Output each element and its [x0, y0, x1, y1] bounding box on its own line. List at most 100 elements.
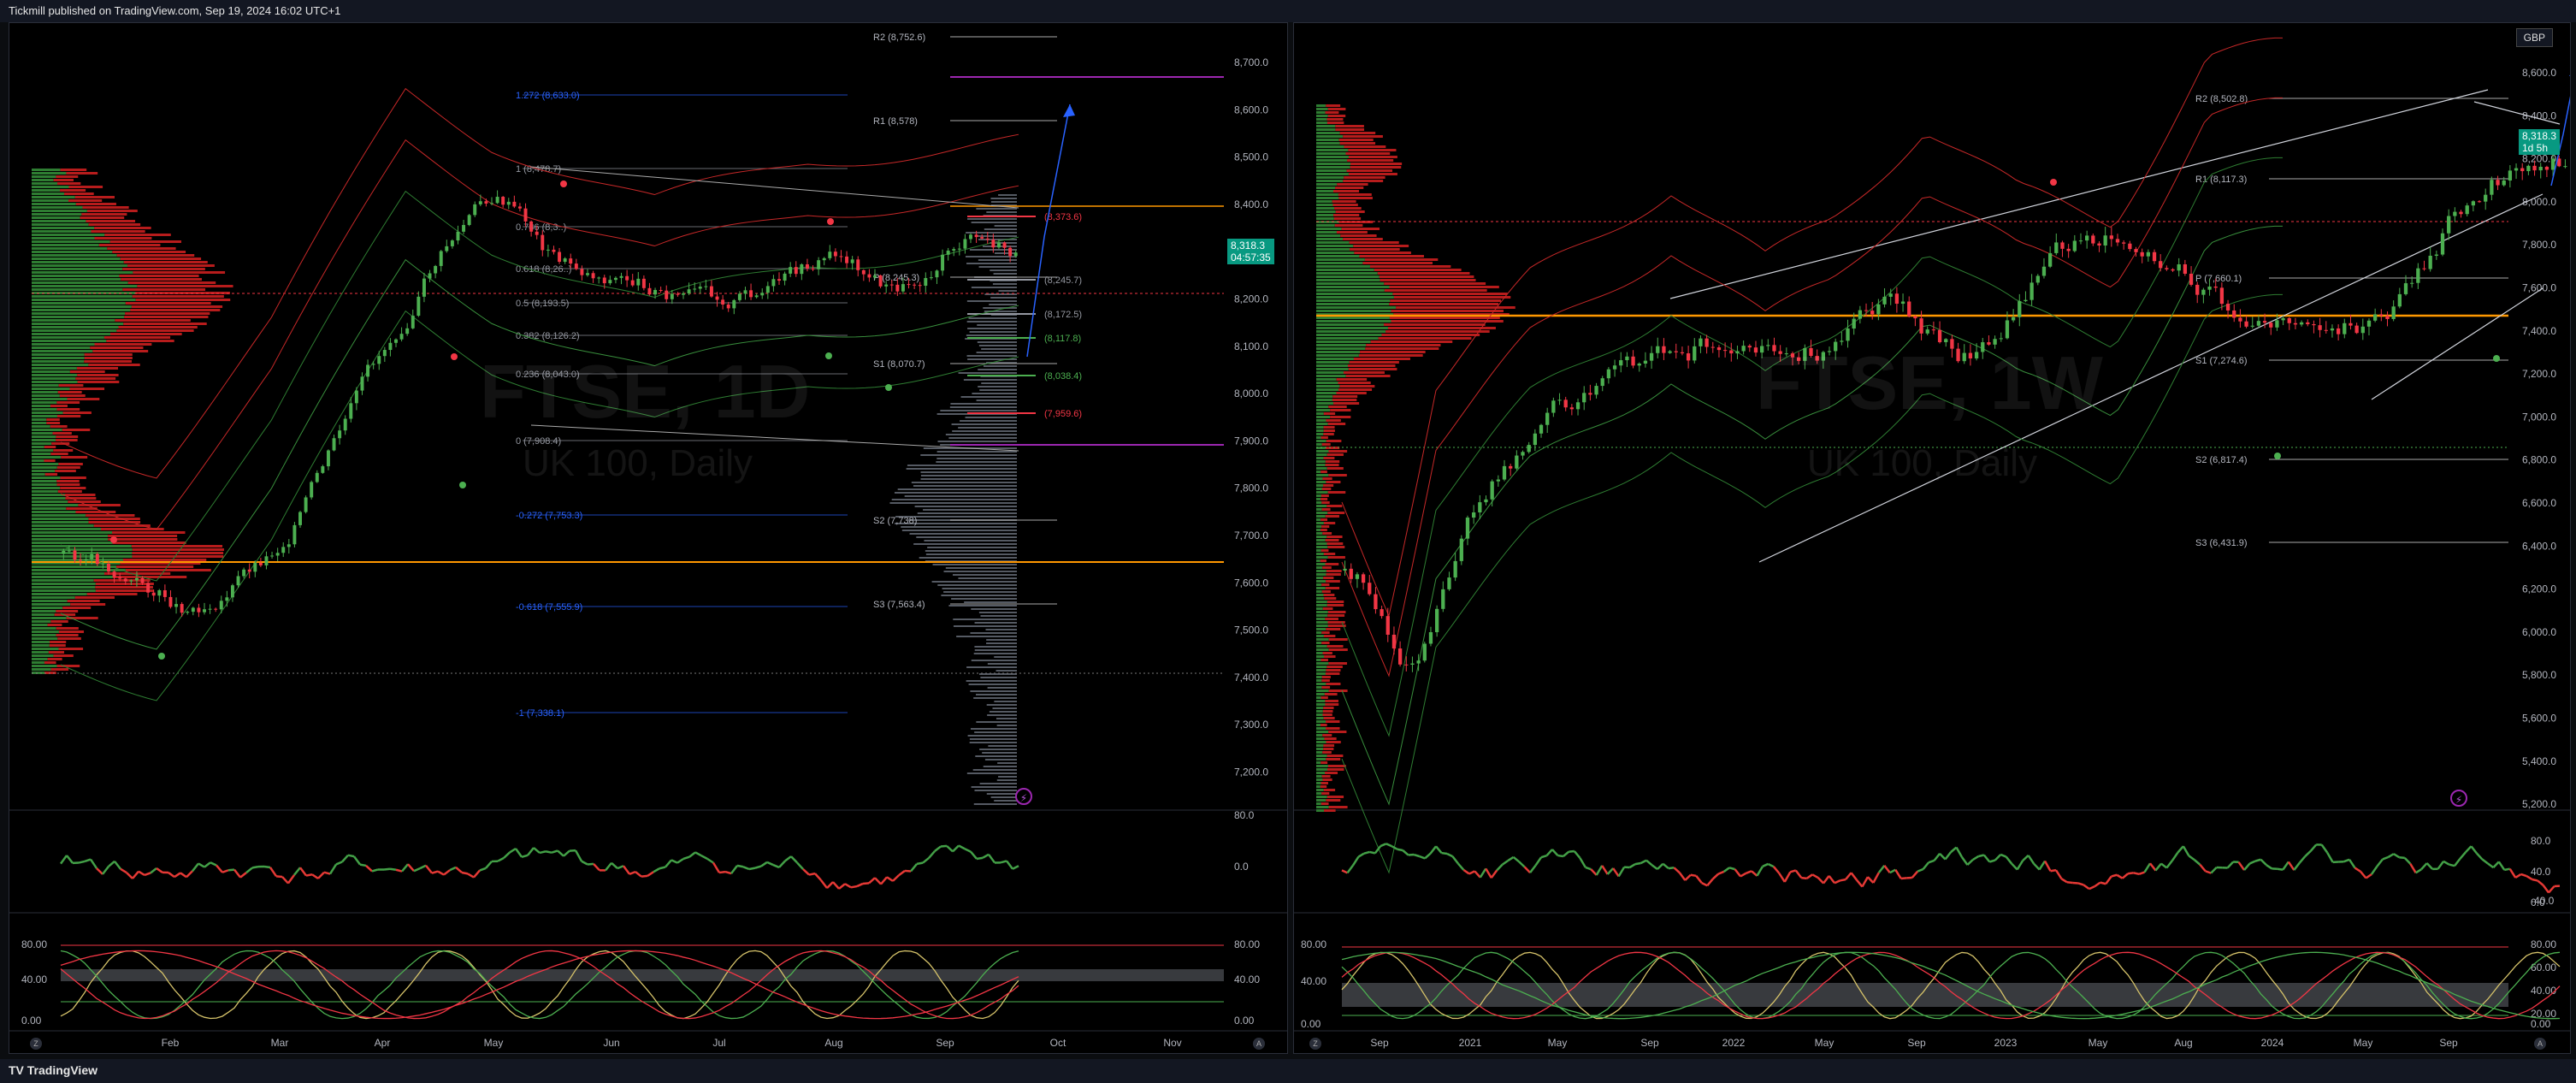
right-chart-canvas[interactable]: 8,600.08,400.08,200.08,000.07,800.07,600… — [1294, 23, 2571, 1054]
right-candle — [1919, 318, 1923, 334]
right-candle — [1741, 346, 1746, 352]
right-volume-profile-bar — [1316, 669, 1326, 672]
right-volume-profile-bar — [1323, 744, 1335, 747]
right-chart-panel[interactable]: 8,600.0 8,400.0 8,200.0 8,000.0 7,800.0 7,600… — [1293, 22, 2571, 1054]
left-volume-profile-bar — [32, 244, 99, 246]
right-corner-z[interactable]: Z — [1309, 1038, 1321, 1050]
left-candle — [687, 289, 691, 293]
left-price-axis-label: 7,300.0 — [1234, 719, 1268, 731]
left-lightning-icon[interactable]: ⚡ — [1015, 788, 1032, 805]
right-volume-profile-bar — [1345, 375, 1391, 377]
right-momentum-line — [1456, 862, 1465, 871]
left-candle — [214, 608, 218, 610]
left-corner-z[interactable]: Z — [30, 1038, 42, 1050]
left-volume-profile-bar — [32, 240, 110, 243]
right-volume-profile-bar — [1316, 580, 1326, 583]
right-candle — [2122, 242, 2126, 244]
left-volume-profile-bar — [127, 264, 215, 267]
left-volume-profile-bar — [32, 350, 93, 352]
tradingview-logo[interactable]: TV TradingView — [9, 1063, 97, 1077]
right-candle — [2496, 180, 2500, 186]
left-chart-canvas[interactable]: 8,700.08,600.08,500.08,400.08,300.08,200… — [9, 23, 1288, 1054]
right-volume-profile-bar — [1387, 327, 1496, 329]
right-volume-profile-bar — [1316, 334, 1382, 336]
left-volume-profile-bar — [56, 439, 78, 441]
right-candle — [2159, 261, 2163, 269]
left-signal-dot — [459, 482, 466, 488]
right-momentum-line — [2370, 866, 2378, 875]
right-volume-profile-bar — [1350, 163, 1403, 165]
right-momentum-line — [2354, 867, 2361, 873]
left-momentum-line — [485, 861, 493, 869]
left-price-axis-label: 7,500.0 — [1234, 624, 1268, 636]
left-candle — [281, 547, 286, 553]
left-volume-profile-bar — [32, 329, 117, 332]
left-corner-a[interactable]: A — [1253, 1038, 1265, 1050]
right-volume-profile-bar — [1316, 395, 1333, 398]
right-volume-profile-bar — [1327, 611, 1346, 613]
left-candle — [613, 277, 617, 281]
right-momentum-line — [1889, 868, 1896, 874]
right-volume-profile-bar — [1359, 255, 1425, 257]
right-candle — [2385, 315, 2390, 319]
left-session-volume-bar — [964, 601, 1017, 603]
left-momentum-line — [659, 866, 666, 870]
left-candle — [682, 293, 685, 295]
left-volume-profile-bar — [32, 651, 49, 654]
right-corner-a[interactable]: A — [2534, 1038, 2546, 1050]
left-session-volume-bar — [984, 759, 1017, 760]
left-candle — [789, 267, 793, 274]
right-momentum-line — [1817, 877, 1825, 885]
left-candle — [118, 577, 122, 579]
right-momentum-line — [1684, 873, 1692, 881]
left-volume-profile-bar — [32, 586, 96, 589]
right-volume-profile-bar — [1316, 556, 1328, 559]
right-volume-profile-bar — [1316, 163, 1351, 165]
left-candle — [506, 201, 511, 205]
left-candle — [659, 289, 663, 291]
right-lightning-icon[interactable]: ⚡ — [2450, 790, 2467, 807]
right-volume-profile-bar — [1316, 419, 1326, 422]
left-volume-profile-bar — [62, 429, 91, 431]
right-volume-profile-bar — [1321, 676, 1331, 678]
right-momentum-line — [1645, 859, 1653, 867]
left-osc2-axis-label: 40.00 — [1234, 974, 1260, 985]
left-fib-label: 0.5 (8,193.5) — [516, 299, 569, 309]
left-volume-profile-bar — [49, 644, 66, 647]
right-volume-profile-bar — [1316, 597, 1325, 600]
right-volume-profile-bar — [1316, 443, 1322, 446]
left-volume-profile-bar — [32, 384, 59, 387]
right-volume-profile-bar — [1316, 272, 1378, 275]
right-volume-profile-bar — [1323, 433, 1334, 435]
right-volume-profile-bar — [1320, 761, 1328, 764]
right-volume-profile-bar — [1353, 358, 1410, 360]
right-volume-profile-bar — [1316, 385, 1340, 388]
left-session-volume-bar — [911, 482, 1017, 483]
right-momentum-line — [1346, 864, 1354, 874]
left-candle — [236, 576, 240, 586]
right-volume-profile-bar — [1330, 409, 1351, 411]
right-momentum-line — [1911, 870, 1919, 879]
currency-button[interactable]: GBP — [2515, 28, 2553, 47]
left-momentum-line — [371, 868, 379, 873]
left-momentum-line — [862, 882, 870, 885]
left-volume-profile-bar — [32, 210, 87, 212]
right-candle — [2189, 274, 2194, 285]
right-volume-profile-bar — [1320, 518, 1327, 521]
left-session-volume-bar — [966, 355, 1017, 357]
left-signal-dot — [885, 384, 892, 391]
right-volume-profile-bar — [1316, 450, 1329, 453]
left-session-volume-bar — [994, 800, 1017, 802]
left-candle — [417, 296, 421, 317]
right-momentum-line — [2487, 862, 2495, 869]
left-chart-panel[interactable]: 8,700.08,600.08,500.08,400.08,300.08,200… — [9, 22, 1288, 1054]
left-candle — [737, 293, 741, 300]
left-momentum-line — [796, 861, 804, 870]
left-candle — [292, 524, 297, 545]
left-volume-profile-bar — [32, 453, 51, 455]
left-session-volume-bar — [968, 684, 1017, 685]
right-osc2-axis-label: 80.00 — [2531, 938, 2556, 950]
right-candle — [1428, 632, 1433, 644]
left-volume-profile-bar — [32, 545, 132, 547]
right-momentum-line — [1955, 846, 1964, 858]
